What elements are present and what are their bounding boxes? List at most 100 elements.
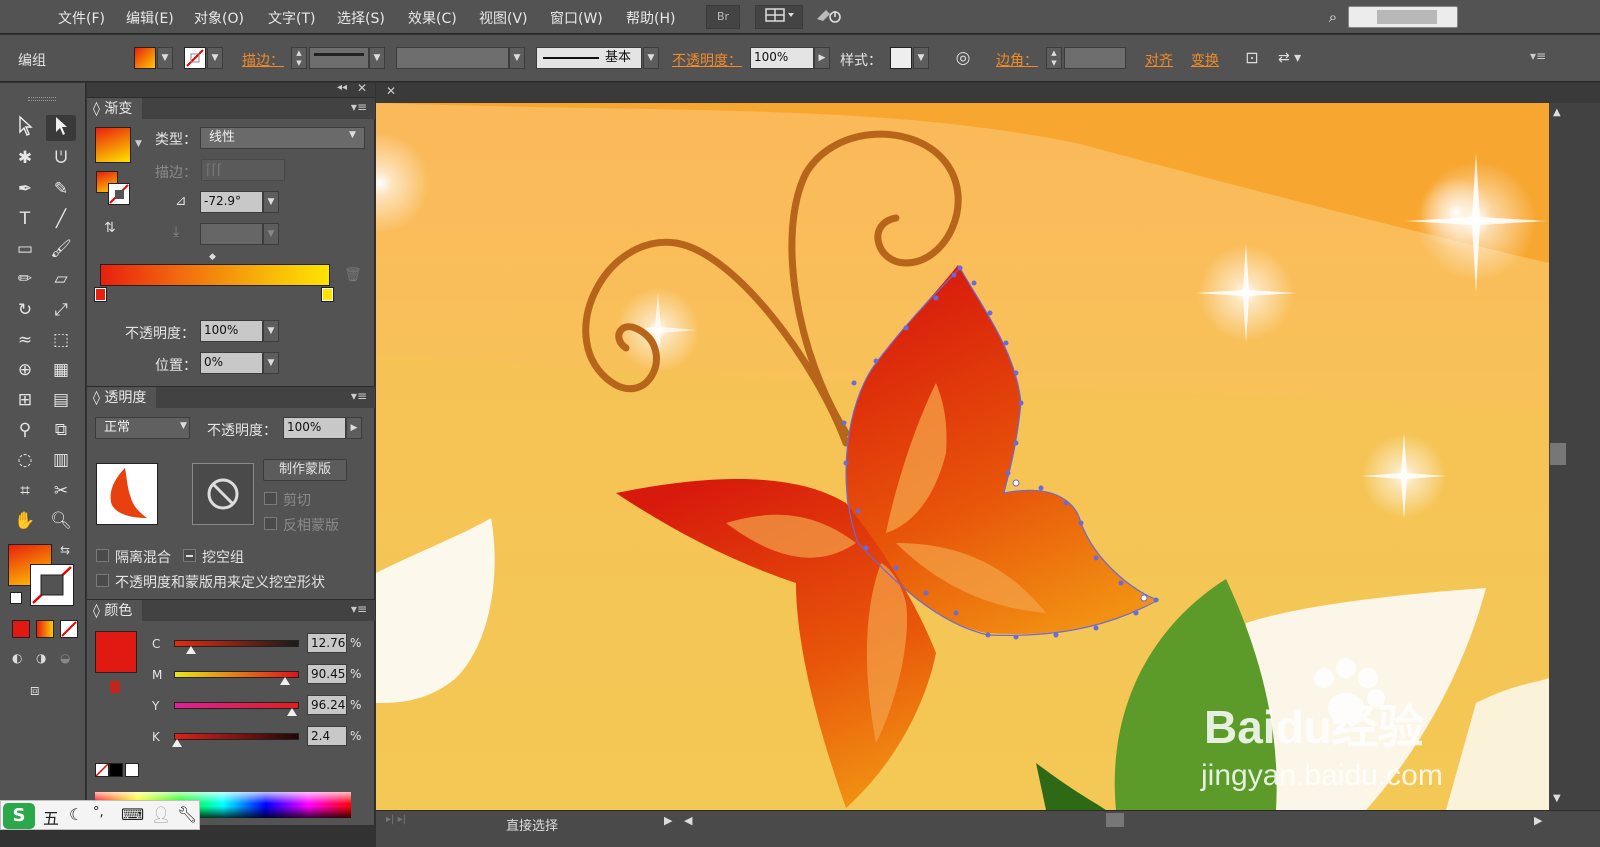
collapse-dock-icon[interactable]: ◂◂ [337, 82, 347, 93]
symbol-sprayer-tool-icon[interactable]: ◌ [10, 447, 40, 473]
gradient-thumbnail[interactable] [95, 127, 131, 163]
pen-tool-icon[interactable]: ✒ [10, 176, 40, 202]
draw-normal-icon[interactable]: ◐ [12, 651, 32, 667]
gradient-stop-start[interactable] [94, 287, 107, 302]
transparency-panel-tab[interactable]: ◊ 透明度 ▾≡ [87, 386, 375, 409]
channel-thumb-c[interactable] [186, 646, 196, 654]
angle-field[interactable]: -72.9° [200, 191, 263, 213]
brush-definition-dropdown[interactable]: ▼ [643, 47, 659, 69]
scroll-up-icon[interactable]: ▲ [1553, 107, 1561, 118]
none-mode-button[interactable] [60, 620, 78, 638]
channel-slider-y[interactable] [174, 702, 299, 709]
align-link[interactable]: 对齐 [1145, 50, 1173, 70]
sogou-logo-icon[interactable]: S [3, 803, 35, 829]
gradient-thumbnail-dropdown[interactable]: ▼ [135, 139, 142, 149]
control-bar-menu-icon[interactable]: ▾≡ [1530, 49, 1550, 67]
draw-inside-icon[interactable]: ◒ [60, 651, 80, 667]
isolate-group-icon[interactable]: ⊡ [1240, 47, 1264, 69]
color-mode-button[interactable] [12, 620, 30, 638]
artboard-canvas[interactable]: Baidu经验 jingyan.baidu.com [376, 103, 1549, 810]
knockout-group-checkbox[interactable] [183, 549, 196, 562]
corner-field[interactable] [1064, 47, 1126, 69]
ime-mode-label[interactable]: 五 [43, 805, 59, 829]
out-of-gamut-warning-icon[interactable] [110, 681, 120, 693]
stroke-swatch[interactable] [184, 47, 206, 69]
menu-type[interactable]: 文字(T) [268, 8, 315, 28]
type-tool-icon[interactable]: T [10, 206, 40, 232]
stop-location-field[interactable]: 0% [200, 352, 263, 374]
transparency-opacity-field[interactable]: 100% [283, 417, 346, 439]
menu-select[interactable]: 选择(S) [337, 8, 385, 28]
search-icon[interactable]: ⌕ [1321, 6, 1345, 28]
gradient-stop-end[interactable] [321, 287, 334, 302]
variable-width-profile[interactable] [396, 47, 509, 69]
pencil-tool-icon[interactable]: ✏ [10, 266, 40, 292]
magic-wand-tool-icon[interactable]: ✱ [10, 145, 40, 171]
transparency-opacity-arrow[interactable]: ▶ [346, 417, 362, 439]
corner-label[interactable]: 边角： [996, 50, 1038, 70]
make-mask-button[interactable]: 制作蒙版 [263, 459, 347, 481]
arrange-options-icon[interactable]: ⇄ ▾ [1278, 47, 1318, 69]
artboard-nav-icon[interactable]: ▸| ▸| [386, 814, 406, 825]
channel-thumb-y[interactable] [287, 708, 297, 716]
stroke-weight-stepper[interactable]: ▲ ▼ [291, 47, 307, 69]
lasso-tool-icon[interactable]: ᕫ [46, 145, 76, 171]
ime-tools-icon[interactable]: 🔧︎ [177, 805, 197, 824]
slice-tool-icon[interactable]: ✂ [46, 478, 76, 504]
opacity-label[interactable]: 不透明度： [672, 50, 742, 70]
object-thumbnail[interactable] [96, 463, 158, 525]
gradient-panel-tab[interactable]: ◊ 渐变 ▾≡ [87, 97, 375, 120]
corner-stepper[interactable]: ▲ ▼ [1046, 47, 1062, 69]
variable-width-dropdown[interactable]: ▼ [509, 47, 525, 69]
default-fill-stroke-icon[interactable] [10, 592, 22, 604]
scale-tool-icon[interactable]: ⤢ [46, 297, 76, 323]
horizontal-scroll-thumb[interactable] [1106, 813, 1124, 827]
white-color-swatch[interactable] [125, 763, 139, 777]
channel-thumb-m[interactable] [280, 677, 290, 685]
graphic-style-dropdown[interactable]: ▼ [913, 47, 929, 69]
zoom-tool-icon[interactable]: 🔍︎ [46, 508, 76, 534]
panel-menu-icon[interactable]: ▾≡ [351, 602, 367, 616]
stroke-color-box[interactable] [30, 564, 74, 606]
free-transform-tool-icon[interactable]: ⬚ [46, 327, 76, 353]
width-tool-icon[interactable]: ≈ [10, 327, 40, 353]
curvature-tool-icon[interactable]: ✎ [46, 176, 76, 202]
stroke-dropdown[interactable]: ▼ [207, 47, 223, 69]
ime-user-icon[interactable]: 👤︎ [151, 805, 171, 824]
graphic-style-swatch[interactable] [890, 47, 912, 69]
opacity-mask-knockout-checkbox[interactable] [96, 574, 109, 587]
vertical-scroll-thumb[interactable] [1550, 443, 1566, 465]
menu-edit[interactable]: 编辑(E) [126, 8, 174, 28]
rotate-tool-icon[interactable]: ↻ [10, 297, 40, 323]
none-color-swatch[interactable] [95, 763, 109, 777]
menu-window[interactable]: 窗口(W) [550, 8, 603, 28]
color-panel-tab[interactable]: ◊ 颜色 ▾≡ [87, 599, 375, 622]
bridge-button[interactable]: Br [706, 5, 740, 29]
menu-effect[interactable]: 效果(C) [408, 8, 457, 28]
gradient-type-select[interactable]: 线性 [200, 127, 365, 149]
channel-slider-k[interactable] [174, 733, 299, 740]
search-input[interactable] [1348, 6, 1458, 28]
angle-dropdown[interactable]: ▼ [263, 191, 279, 213]
menu-object[interactable]: 对象(O) [194, 8, 244, 28]
close-document-icon[interactable]: ✕ [386, 84, 396, 98]
toolbox-grip[interactable] [28, 97, 56, 101]
brush-definition-field[interactable]: 基本 [536, 47, 642, 69]
direct-selection-tool-icon[interactable] [46, 115, 76, 141]
artboard-tool-icon[interactable]: ⌗ [10, 478, 40, 504]
ime-punctuation-icon[interactable]: °, [93, 805, 104, 820]
selection-tool-icon[interactable] [10, 115, 40, 141]
gradient-stroke-box[interactable] [108, 183, 130, 205]
opacity-arrow[interactable]: ▶ [814, 47, 830, 69]
channel-value-c[interactable]: 12.76 [307, 633, 347, 653]
scroll-down-icon[interactable]: ▼ [1553, 793, 1561, 804]
rectangle-tool-icon[interactable]: ▭ [10, 236, 40, 262]
perspective-grid-tool-icon[interactable]: ▦ [46, 357, 76, 383]
channel-value-y[interactable]: 96.24 [307, 695, 347, 715]
ime-keyboard-icon[interactable]: ⌨ [121, 805, 144, 824]
channel-value-m[interactable]: 90.45 [307, 664, 347, 684]
gradient-midpoint-icon[interactable]: ◆ [209, 252, 216, 262]
invert-mask-checkbox[interactable] [264, 517, 277, 530]
eyedropper-tool-icon[interactable]: ⚲ [10, 417, 40, 443]
stroke-weight-field[interactable] [309, 47, 369, 69]
